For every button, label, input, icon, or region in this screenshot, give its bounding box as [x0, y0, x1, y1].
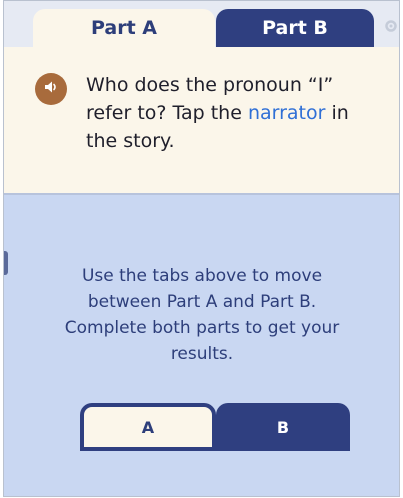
mini-tab-a-label: A: [141, 417, 155, 437]
gear-icon[interactable]: [384, 19, 398, 33]
mini-tab-a: A: [80, 403, 216, 451]
panel-handle[interactable]: [4, 251, 8, 275]
speaker-icon: [42, 78, 60, 100]
question-area: Who does the pronoun “I” refer to? Tap t…: [4, 47, 399, 195]
tab-part-b-label: Part B: [262, 17, 328, 39]
audio-button[interactable]: [35, 73, 67, 105]
instructions-line-4: results.: [170, 344, 234, 364]
instructions-line-1: Use the tabs above to move: [81, 266, 323, 286]
instructions-line-2: between Part A and Part B.: [87, 292, 317, 312]
tab-part-a-label: Part A: [90, 17, 157, 39]
instructions-text: Use the tabs above to move between Part …: [24, 263, 380, 367]
mini-tab-b-label: B: [276, 417, 290, 437]
mini-tab-b: B: [216, 403, 350, 451]
part-tabs: Part A Part B: [4, 1, 399, 47]
question-prompt: Who does the pronoun “I” refer to? Tap t…: [86, 71, 382, 155]
tab-part-b[interactable]: Part B: [216, 9, 374, 47]
narrator-link[interactable]: narrator: [248, 102, 326, 124]
assessment-panel: Part A Part B Who does the pronoun “I” r…: [3, 0, 400, 497]
tab-illustration: A B: [80, 403, 350, 451]
instructions-line-3: Complete both parts to get your: [64, 318, 340, 338]
tab-part-a[interactable]: Part A: [33, 9, 215, 47]
